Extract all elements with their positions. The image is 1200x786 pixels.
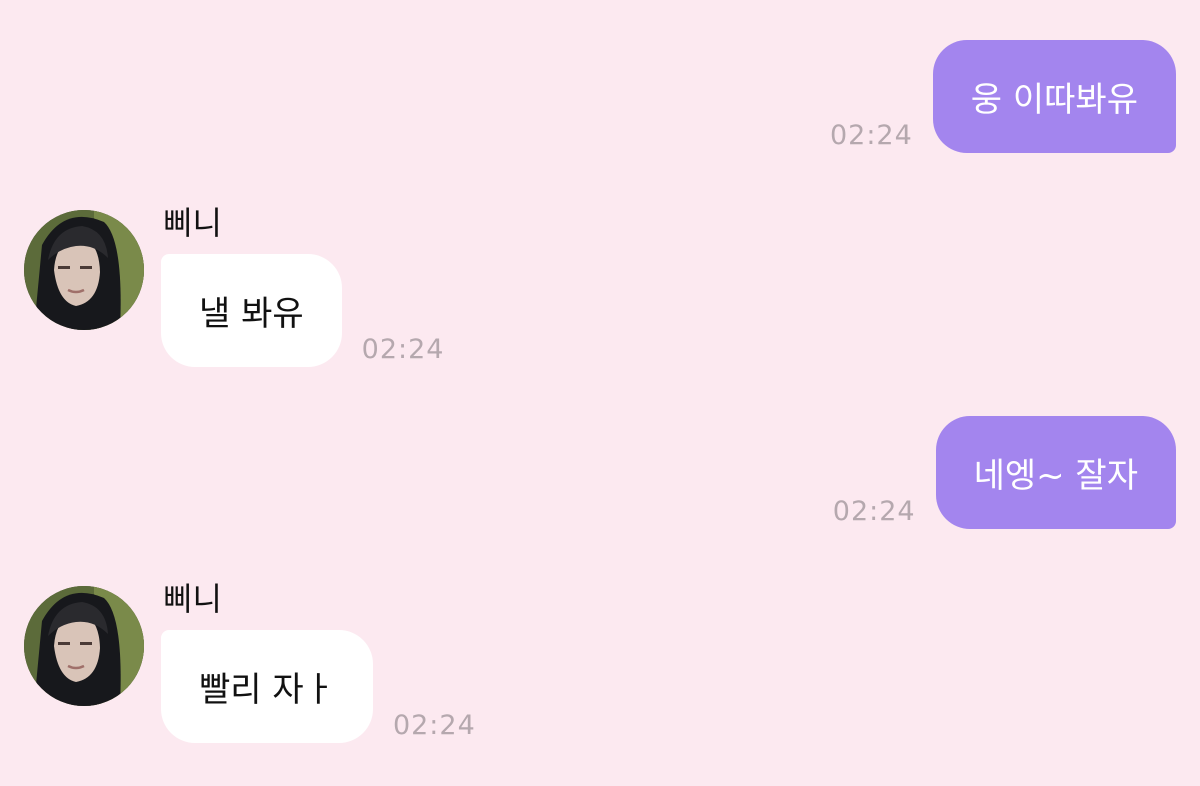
sender-name: 삐니 [163, 580, 222, 618]
message-bubble[interactable]: 빨리 자ㅏ [161, 630, 373, 743]
avatar[interactable] [24, 586, 144, 706]
avatar[interactable] [24, 210, 144, 330]
message-timestamp: 02:24 [361, 334, 445, 365]
message-timestamp: 02:24 [832, 496, 916, 527]
message-timestamp: 02:24 [829, 120, 913, 151]
outgoing-message: 02:24 웅 이따봐유 [0, 40, 1200, 153]
message-timestamp: 02:24 [392, 710, 476, 741]
message-text: 웅 이따봐유 [970, 80, 1138, 120]
profile-photo-icon [24, 210, 144, 330]
sender-name: 삐니 [163, 204, 222, 242]
message-bubble[interactable]: 웅 이따봐유 [932, 40, 1176, 153]
chat-thread: 02:24 웅 이따봐유 삐니 낼 봐유 02:24 02:24 네엥~ 잘자 … [0, 0, 1200, 786]
message-bubble[interactable]: 네엥~ 잘자 [935, 416, 1176, 529]
message-text: 낼 봐유 [199, 294, 304, 334]
message-text: 네엥~ 잘자 [973, 456, 1138, 496]
message-text: 빨리 자ㅏ [199, 670, 335, 710]
message-bubble[interactable]: 낼 봐유 [161, 254, 342, 367]
profile-photo-icon [24, 586, 144, 706]
outgoing-message: 02:24 네엥~ 잘자 [0, 416, 1200, 529]
